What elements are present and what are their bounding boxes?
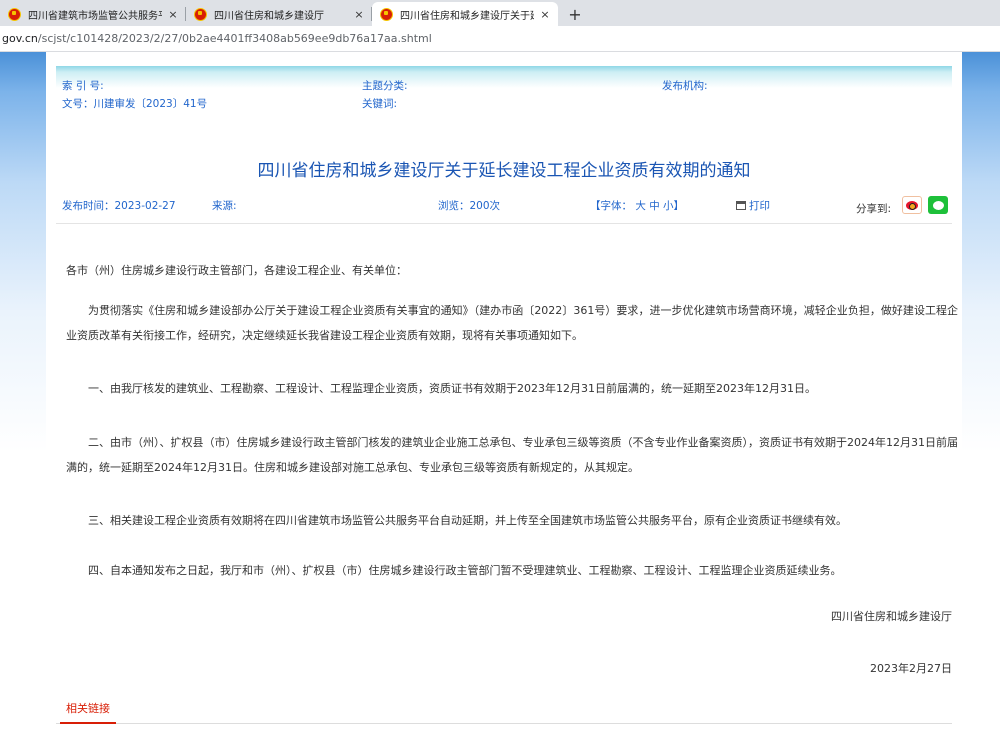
tab-title: 四川省建筑市场监管公共服务平台: [28, 10, 162, 22]
new-tab-button[interactable]: +: [562, 2, 588, 26]
view-count: 浏览：200次: [438, 200, 501, 212]
share-label: 分享到:: [856, 203, 892, 215]
national-emblem-icon: [194, 7, 207, 21]
publish-time: 发布时间：2023-02-27: [62, 200, 176, 212]
document-meta: 索 引 号: 主题分类: 发布机构: 文号：川建审发〔2023〕41号 关键词:: [56, 66, 952, 114]
font-medium-link[interactable]: 中: [649, 200, 660, 212]
greeting: 各市（州）住房城乡建设行政主管部门，各建设工程企业、有关单位：: [66, 264, 407, 277]
article-info-bar: 发布时间：2023-02-27 来源: 浏览：200次 【字体： 大 中 小】 …: [56, 192, 952, 224]
article-sheet: 索 引 号: 主题分类: 发布机构: 文号：川建审发〔2023〕41号 关键词:…: [46, 52, 962, 740]
font-size-control: 【字体： 大 中 小】: [590, 198, 684, 213]
tab-close-icon[interactable]: ×: [538, 7, 552, 21]
national-emblem-icon: [8, 7, 21, 21]
browser-tab-2[interactable]: 四川省住房和城乡建设厅 ×: [186, 2, 372, 26]
national-emblem-icon: [380, 7, 393, 21]
browser-tab-3-active[interactable]: 四川省住房和城乡建设厅关于延长 ×: [372, 2, 558, 26]
paragraph-item-4: 四、自本通知发布之日起，我厅和市（州）、扩权县（市）住房城乡建设行政主管部门暂不…: [88, 564, 842, 577]
page-title: 四川省住房和城乡建设厅关于延长建设工程企业资质有效期的通知: [257, 161, 751, 181]
paragraph-intro: 为贯彻落实《住房和城乡建设部办公厅关于建设工程企业资质有关事宜的通知》（建办市函…: [66, 304, 958, 342]
page-viewport: 索 引 号: 主题分类: 发布机构: 文号：川建审发〔2023〕41号 关键词:…: [0, 52, 1000, 740]
browser-tab-strip: 四川省建筑市场监管公共服务平台 × 四川省住房和城乡建设厅 × 四川省住房和城乡…: [0, 0, 1000, 26]
browser-tab-1[interactable]: 四川省建筑市场监管公共服务平台 ×: [0, 2, 186, 26]
wechat-share-icon[interactable]: [928, 196, 948, 214]
paragraph-item-1: 一、由我厅核发的建筑业、工程勘察、工程设计、工程监理企业资质，资质证书有效期于2…: [88, 382, 816, 395]
paragraph-item-3: 三、相关建设工程企业资质有效期将在四川省建筑市场监管公共服务平台自动延期，并上传…: [88, 514, 847, 527]
url-host: gov.cn: [2, 32, 38, 45]
font-size-label: 【字体：: [590, 200, 632, 212]
topic-category-label: 主题分类:: [362, 80, 408, 92]
weibo-logo: [906, 200, 918, 210]
url-path: /scjst/c101428/2023/2/27/0b2ae4401ff3408…: [37, 32, 432, 45]
print-button[interactable]: 打印: [736, 198, 770, 213]
font-small-link[interactable]: 小: [663, 200, 674, 212]
wechat-bubble: [932, 200, 944, 210]
related-links-section: 相关链接: [56, 684, 952, 724]
document-number: 文号：川建审发〔2023〕41号: [62, 98, 208, 110]
related-links-tab[interactable]: 相关链接: [60, 694, 116, 724]
tab-title: 四川省住房和城乡建设厅关于延长: [400, 10, 534, 22]
source-label: 来源:: [212, 200, 237, 212]
font-large-link[interactable]: 大: [635, 200, 646, 212]
printer-icon: [736, 201, 746, 210]
keywords-label: 关键词:: [362, 98, 398, 110]
tab-close-icon[interactable]: ×: [166, 7, 180, 21]
publisher-label: 发布机构:: [662, 80, 708, 92]
index-number-label: 索 引 号:: [62, 80, 104, 92]
address-bar[interactable]: gov.cn/scjst/c101428/2023/2/27/0b2ae4401…: [0, 26, 1000, 52]
paragraph-item-2: 二、由市（州）、扩权县（市）住房城乡建设行政主管部门核发的建筑业企业施工总承包、…: [66, 436, 958, 474]
print-label: 打印: [749, 200, 770, 212]
font-size-bracket: 】: [673, 200, 685, 212]
weibo-share-icon[interactable]: [902, 196, 922, 214]
issue-date: 2023年2月27日: [870, 662, 952, 675]
tab-title: 四川省住房和城乡建设厅: [214, 10, 324, 22]
signature: 四川省住房和城乡建设厅: [831, 610, 952, 623]
tab-close-icon[interactable]: ×: [352, 7, 366, 21]
